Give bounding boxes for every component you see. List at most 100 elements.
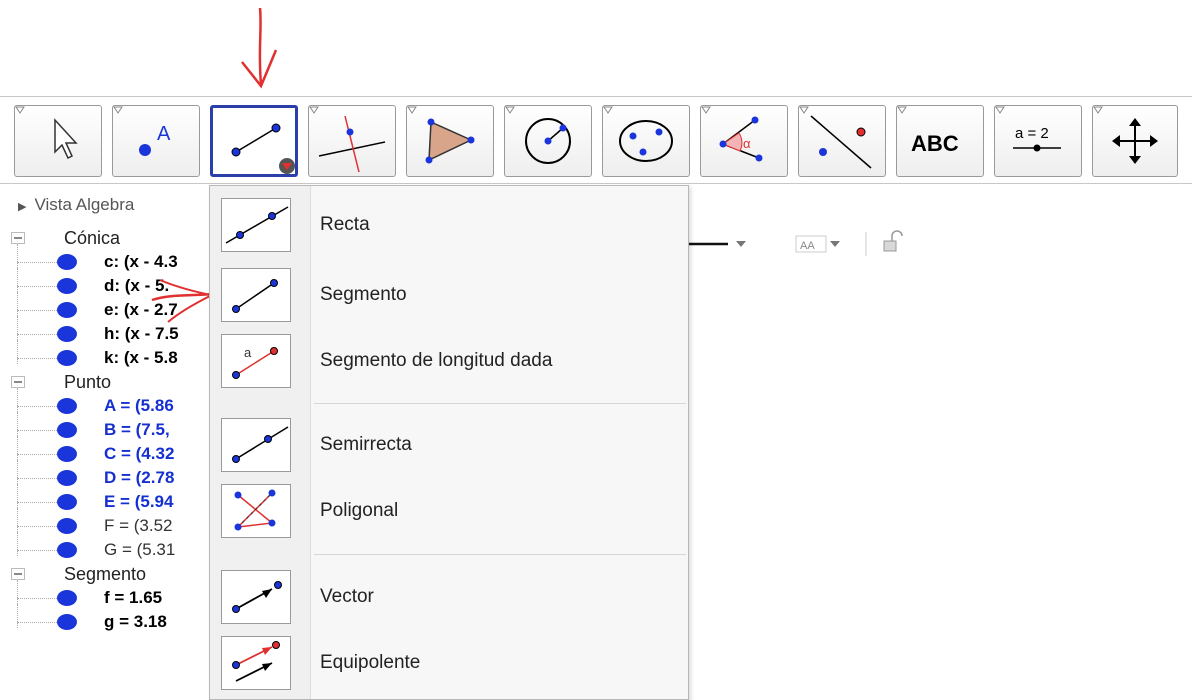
list-item[interactable]: D = (2.78 — [0, 460, 210, 490]
visibility-dot-icon[interactable] — [57, 446, 77, 462]
svg-text:a: a — [244, 345, 252, 360]
visibility-dot-icon[interactable] — [57, 422, 77, 438]
vector-from-point-icon — [221, 636, 291, 690]
text-icon: ABC — [911, 131, 959, 156]
circle-tool-button[interactable] — [504, 105, 592, 177]
visibility-dot-icon[interactable] — [57, 398, 77, 414]
group-conica[interactable]: Cónica — [0, 226, 210, 250]
submenu-triangle-icon — [603, 106, 613, 114]
collapse-minus-icon[interactable] — [11, 568, 25, 580]
svg-text:AA: AA — [800, 240, 815, 252]
menu-item-poligonal[interactable]: Poligonal — [210, 480, 688, 542]
menu-separator — [314, 403, 686, 404]
submenu-triangle-icon — [113, 106, 123, 114]
visibility-dot-icon[interactable] — [57, 542, 77, 558]
visibility-dot-icon[interactable] — [57, 350, 77, 366]
menu-item-label: Poligonal — [320, 500, 399, 521]
visibility-dot-icon[interactable] — [57, 254, 77, 270]
visibility-dot-icon[interactable] — [57, 590, 77, 606]
text-tool-button[interactable]: ABC — [896, 105, 984, 177]
group-label: Punto — [64, 372, 112, 392]
object-definition: B = (7.5, — [104, 420, 170, 439]
menu-item-label: Recta — [320, 214, 370, 235]
menu-item-equipolente[interactable]: Equipolente — [210, 632, 688, 694]
visibility-dot-icon[interactable] — [57, 278, 77, 294]
menu-item-label: Segmento de longitud dada — [320, 350, 553, 371]
visibility-dot-icon[interactable] — [57, 470, 77, 486]
ray-icon — [221, 418, 291, 472]
reflect-about-line-icon — [810, 115, 872, 169]
move-arrows-icon — [1112, 118, 1158, 164]
group-segmento[interactable]: Segmento — [0, 562, 210, 586]
object-definition: A = (5.86 — [104, 396, 174, 415]
object-definition: D = (2.78 — [104, 468, 175, 487]
move-graphics-view-tool-button[interactable] — [1092, 105, 1178, 177]
submenu-triangle-icon — [309, 106, 319, 114]
submenu-triangle-icon — [701, 106, 711, 114]
svg-text:a = 2: a = 2 — [1015, 125, 1049, 142]
vector-icon — [221, 570, 291, 624]
visibility-dot-icon[interactable] — [57, 614, 77, 630]
visibility-dot-icon[interactable] — [57, 302, 77, 318]
group-label: Cónica — [64, 228, 121, 248]
submenu-triangle-icon — [995, 106, 1005, 114]
segment-tool-button[interactable] — [210, 105, 298, 177]
menu-item-segmento[interactable]: Segmento — [210, 264, 688, 326]
menu-item-segmento-longitud-dada[interactable]: a Segmento de longitud dada — [210, 330, 688, 392]
submenu-triangle-icon — [505, 106, 515, 114]
menu-item-semirrecta[interactable]: Semirrecta — [210, 414, 688, 476]
line-style-dropdown-icon — [736, 241, 746, 247]
object-definition: k: (x - 5.8 — [104, 348, 178, 367]
list-item[interactable]: E = (5.94 — [0, 484, 210, 514]
menu-item-label: Equipolente — [320, 652, 421, 673]
list-item[interactable]: k: (x - 5.8 — [0, 340, 210, 370]
segment-tools-menu: Recta Segmento a Segmento de longitud da… — [209, 185, 689, 700]
angle-tool-button[interactable]: α — [700, 105, 788, 177]
list-item[interactable]: A = (5.86 — [0, 388, 210, 418]
circle-icon — [525, 118, 571, 164]
line-icon — [221, 198, 291, 252]
move-tool-button[interactable] — [14, 105, 102, 177]
unlock-icon[interactable] — [883, 230, 903, 252]
perpendicular-line-tool-button[interactable] — [308, 105, 396, 177]
segment-icon — [231, 123, 295, 174]
visibility-dot-icon[interactable] — [57, 494, 77, 510]
reflect-tool-button[interactable] — [798, 105, 886, 177]
ellipse-tool-button[interactable] — [602, 105, 690, 177]
algebra-view-header[interactable]: ▶ Vista Algebra — [0, 190, 210, 220]
visibility-dot-icon[interactable] — [57, 326, 77, 342]
list-item[interactable]: F = (3.52 — [0, 508, 210, 538]
list-item[interactable]: C = (4.32 — [0, 436, 210, 466]
visibility-dot-icon[interactable] — [57, 518, 77, 534]
point-tool-button[interactable]: A — [112, 105, 200, 177]
segment-icon — [221, 268, 291, 322]
object-definition: G = (5.31 — [104, 540, 176, 559]
object-definition: F = (3.52 — [104, 516, 173, 535]
svg-text:α: α — [743, 136, 751, 151]
object-definition: f = 1.65 — [104, 588, 163, 607]
slider-tool-button[interactable]: a = 2 — [994, 105, 1082, 177]
list-item[interactable]: B = (7.5, — [0, 412, 210, 442]
group-punto[interactable]: Punto — [0, 370, 210, 394]
collapse-minus-icon[interactable] — [11, 232, 25, 244]
polygon-icon — [425, 118, 475, 164]
algebra-view-title: Vista Algebra — [34, 195, 135, 214]
polygon-tool-button[interactable] — [406, 105, 494, 177]
toolbar: A α ABC a = 2 — [0, 96, 1192, 184]
menu-item-recta[interactable]: Recta — [210, 194, 688, 256]
list-item[interactable]: G = (5.31 — [0, 532, 210, 562]
menu-item-vector[interactable]: Vector — [210, 566, 688, 628]
menu-item-label: Segmento — [320, 284, 407, 305]
list-item[interactable]: f = 1.65 — [0, 580, 210, 610]
font-size-button[interactable]: AA — [795, 235, 827, 253]
perpendicular-line-icon — [318, 115, 386, 173]
object-definition: E = (5.94 — [104, 492, 174, 511]
polyline-icon — [221, 484, 291, 538]
cursor-arrow-icon — [54, 118, 78, 160]
svg-text:ABC: ABC — [911, 131, 959, 156]
collapse-triangle-icon[interactable]: ▶ — [18, 192, 26, 222]
style-bar: AA — [680, 230, 903, 256]
collapse-minus-icon[interactable] — [11, 376, 25, 388]
menu-item-label: Vector — [320, 586, 374, 607]
list-item[interactable]: g = 3.18 — [0, 604, 210, 634]
